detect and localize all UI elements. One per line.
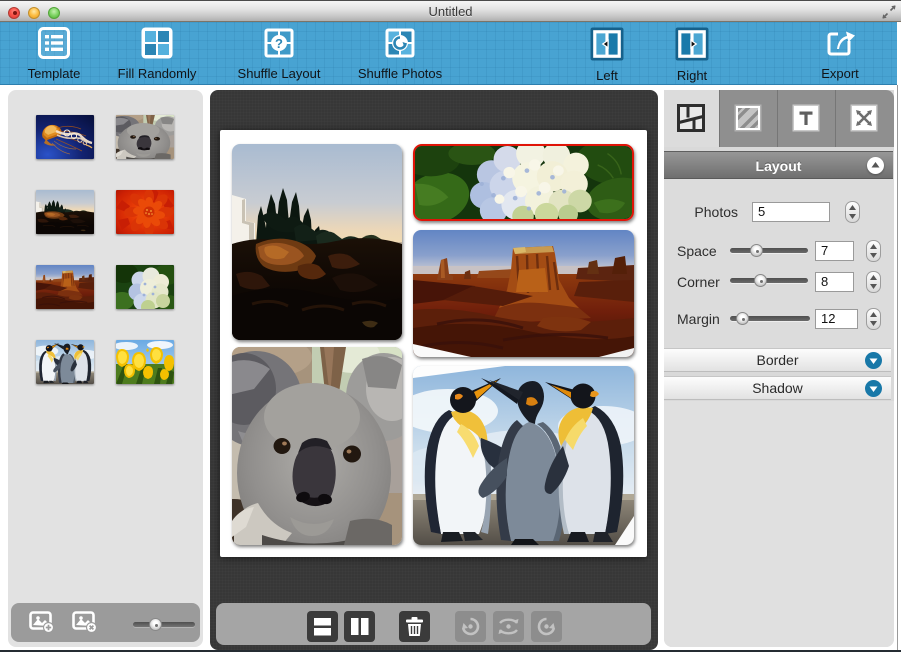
svg-text:?: ? — [275, 36, 283, 51]
